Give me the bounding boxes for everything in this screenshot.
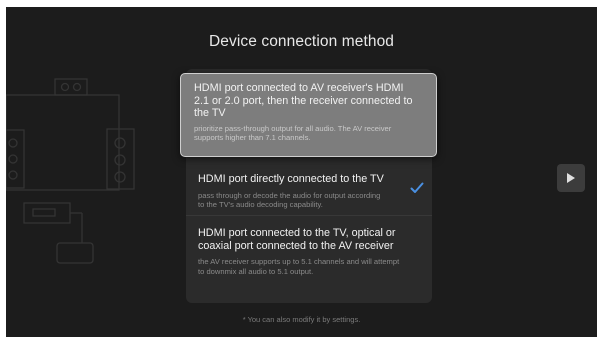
option-hdmi-direct-tv[interactable]: HDMI port directly connected to the TV p… [186,161,432,216]
option-hdmi-tv-optical-receiver[interactable]: HDMI port connected to the TV, optical o… [186,216,432,288]
home-theater-illustration [6,78,135,264]
checkmark-icon [410,182,424,193]
option-description: pass through or decode the audio for out… [198,190,381,210]
page-title: Device connection method [208,33,395,50]
option-title: HDMI port connected to AV receiver's HDM… [194,82,413,119]
play-icon [567,173,575,183]
option-hdmi-av-receiver[interactable]: HDMI port connected to AV receiver's HDM… [180,73,437,157]
connection-method-screen: Device connection method HDMI port direc… [6,7,597,337]
option-description: prioritize pass-through output for all a… [194,123,392,143]
footer-hint: * You can also modify it by settings. [242,315,361,324]
next-button[interactable] [557,164,585,192]
option-description: the AV receiver supports up to 5.1 chann… [198,257,400,276]
option-title: HDMI port directly connected to the TV [198,173,384,185]
option-title: HDMI port connected to the TV, optical o… [198,227,396,252]
